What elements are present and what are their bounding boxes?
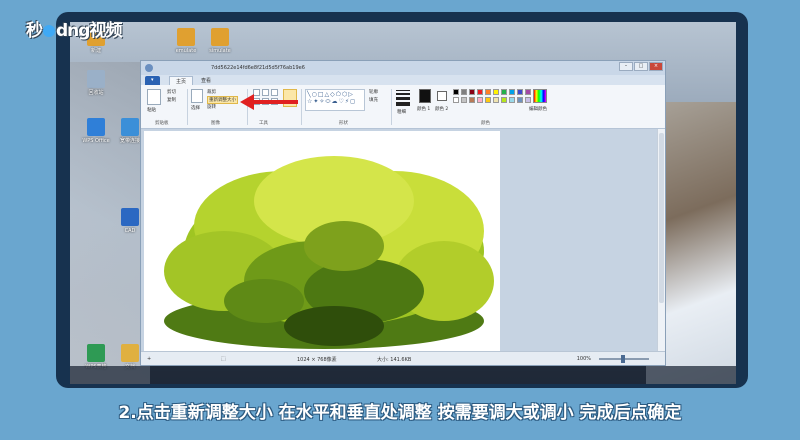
tutorial-caption: 2.点击重新调整大小 在水平和垂直处调整 按需要调大或调小 完成后点确定 (118, 403, 682, 423)
tab-file[interactable]: ▾ (145, 76, 160, 85)
wps-icon (87, 118, 105, 136)
palette-swatch[interactable] (453, 89, 459, 95)
desktop-icon-recycle-bin[interactable]: 回收站 (76, 70, 116, 96)
image-group-label: 图像 (211, 121, 220, 126)
palette-swatch[interactable] (525, 89, 531, 95)
status-bar: + ⬚ 1024 × 768像素 大小: 141.6KB 100% (141, 351, 665, 365)
color2-swatch[interactable] (437, 91, 447, 101)
palette-swatch[interactable] (485, 97, 491, 103)
palette-swatch[interactable] (517, 97, 523, 103)
cut-button[interactable]: 剪切 (167, 89, 176, 95)
selection-icon: ⬚ (221, 356, 226, 362)
palette-swatch[interactable] (509, 97, 515, 103)
taskbar (70, 366, 736, 384)
palette-swatch[interactable] (477, 97, 483, 103)
paste-icon[interactable] (147, 89, 161, 105)
line-size-icon[interactable] (396, 90, 410, 106)
shapes-gallery[interactable]: ╲○□△◇⬠⬡▷ ☆✦✧⬭☁♡⚡◻ (305, 89, 365, 111)
minimize-button[interactable]: – (619, 62, 633, 71)
rotate-button[interactable]: 旋转 (207, 104, 216, 110)
size-button[interactable]: 粗细 (397, 109, 406, 115)
colors-group-label: 颜色 (481, 121, 490, 126)
clipboard-group-label: 剪贴板 (155, 121, 169, 126)
palette-swatch[interactable] (509, 89, 515, 95)
palette-swatch[interactable] (485, 89, 491, 95)
divider (391, 89, 392, 125)
folder-icon (211, 28, 229, 46)
zoom-level: 100% (576, 356, 591, 362)
select-button[interactable]: 选择 (191, 105, 200, 111)
watermark-logo: 秒 dng视频 (26, 21, 122, 41)
tools-group-label: 工具 (259, 121, 268, 126)
edit-colors-button[interactable]: 编辑颜色 (529, 106, 547, 112)
shapes-group-label: 形状 (339, 121, 348, 126)
tab-view[interactable]: 查看 (195, 76, 217, 85)
paint-window: 7dd5622e14fd6e8f21d5d5f76ab19e6 – □ × ▾ … (140, 60, 666, 366)
watermark-o-icon (43, 25, 55, 37)
divider (301, 89, 302, 125)
palette-swatch[interactable] (461, 89, 467, 95)
palette-swatch[interactable] (493, 89, 499, 95)
spreadsheet-icon (87, 344, 105, 362)
desktop-icon-simulate[interactable]: simulate (200, 28, 240, 54)
folder-icon (177, 28, 195, 46)
palette-swatch[interactable] (517, 89, 523, 95)
tree-image (164, 156, 494, 349)
canvas-area (141, 129, 659, 353)
crop-button[interactable]: 裁剪 (207, 89, 216, 95)
add-icon: + (147, 356, 152, 362)
palette-swatch[interactable] (525, 97, 531, 103)
palette-swatch[interactable] (493, 97, 499, 103)
paint-app-icon[interactable] (145, 64, 153, 72)
scroll-thumb[interactable] (659, 133, 664, 303)
close-button[interactable]: × (649, 62, 663, 71)
paste-button[interactable]: 粘贴 (147, 107, 156, 113)
divider (187, 89, 188, 125)
cad-icon (121, 208, 139, 226)
palette-swatch[interactable] (469, 89, 475, 95)
palette-swatch[interactable] (501, 97, 507, 103)
palette-swatch[interactable] (501, 89, 507, 95)
palette-swatch[interactable] (469, 97, 475, 103)
color1-label: 颜色 1 (417, 107, 431, 112)
copy-button[interactable]: 复制 (167, 97, 176, 103)
zoom-slider[interactable] (599, 355, 649, 363)
title-bar: 7dd5622e14fd6e8f21d5d5f76ab19e6 – □ × (141, 61, 665, 75)
image-dimensions: 1024 × 768像素 (297, 357, 337, 363)
outline-button[interactable]: 轮廓 (369, 89, 378, 95)
zoom-slider-knob[interactable] (621, 355, 625, 363)
fill-button[interactable]: 填充 (369, 97, 378, 103)
color2-label: 颜色 2 (435, 107, 449, 112)
resize-button[interactable]: 重新调整大小 (207, 96, 238, 104)
network-icon (121, 118, 139, 136)
palette-swatch[interactable] (453, 97, 459, 103)
ribbon-tabs: ▾ 主页 查看 (141, 75, 665, 85)
recycle-bin-icon (87, 70, 105, 88)
palette-swatch[interactable] (477, 89, 483, 95)
select-icon[interactable] (191, 89, 203, 103)
ribbon: 粘贴 剪切 复制 剪贴板 选择 裁剪 重新调整大小 旋转 图像 工具 ╲○□△◇… (141, 85, 665, 129)
file-size: 大小: 141.6KB (377, 357, 412, 363)
maximize-button[interactable]: □ (634, 62, 648, 71)
vertical-scrollbar[interactable] (657, 129, 665, 353)
document-icon (121, 344, 139, 362)
drawing-canvas[interactable] (144, 131, 500, 351)
tab-home[interactable]: 主页 (169, 76, 194, 85)
color1-swatch[interactable] (419, 89, 431, 103)
palette-swatch[interactable] (461, 97, 467, 103)
window-title: 7dd5622e14fd6e8f21d5d5f76ab19e6 (211, 65, 305, 71)
edit-colors-icon[interactable] (533, 89, 547, 103)
red-arrow-annotation (240, 94, 298, 110)
